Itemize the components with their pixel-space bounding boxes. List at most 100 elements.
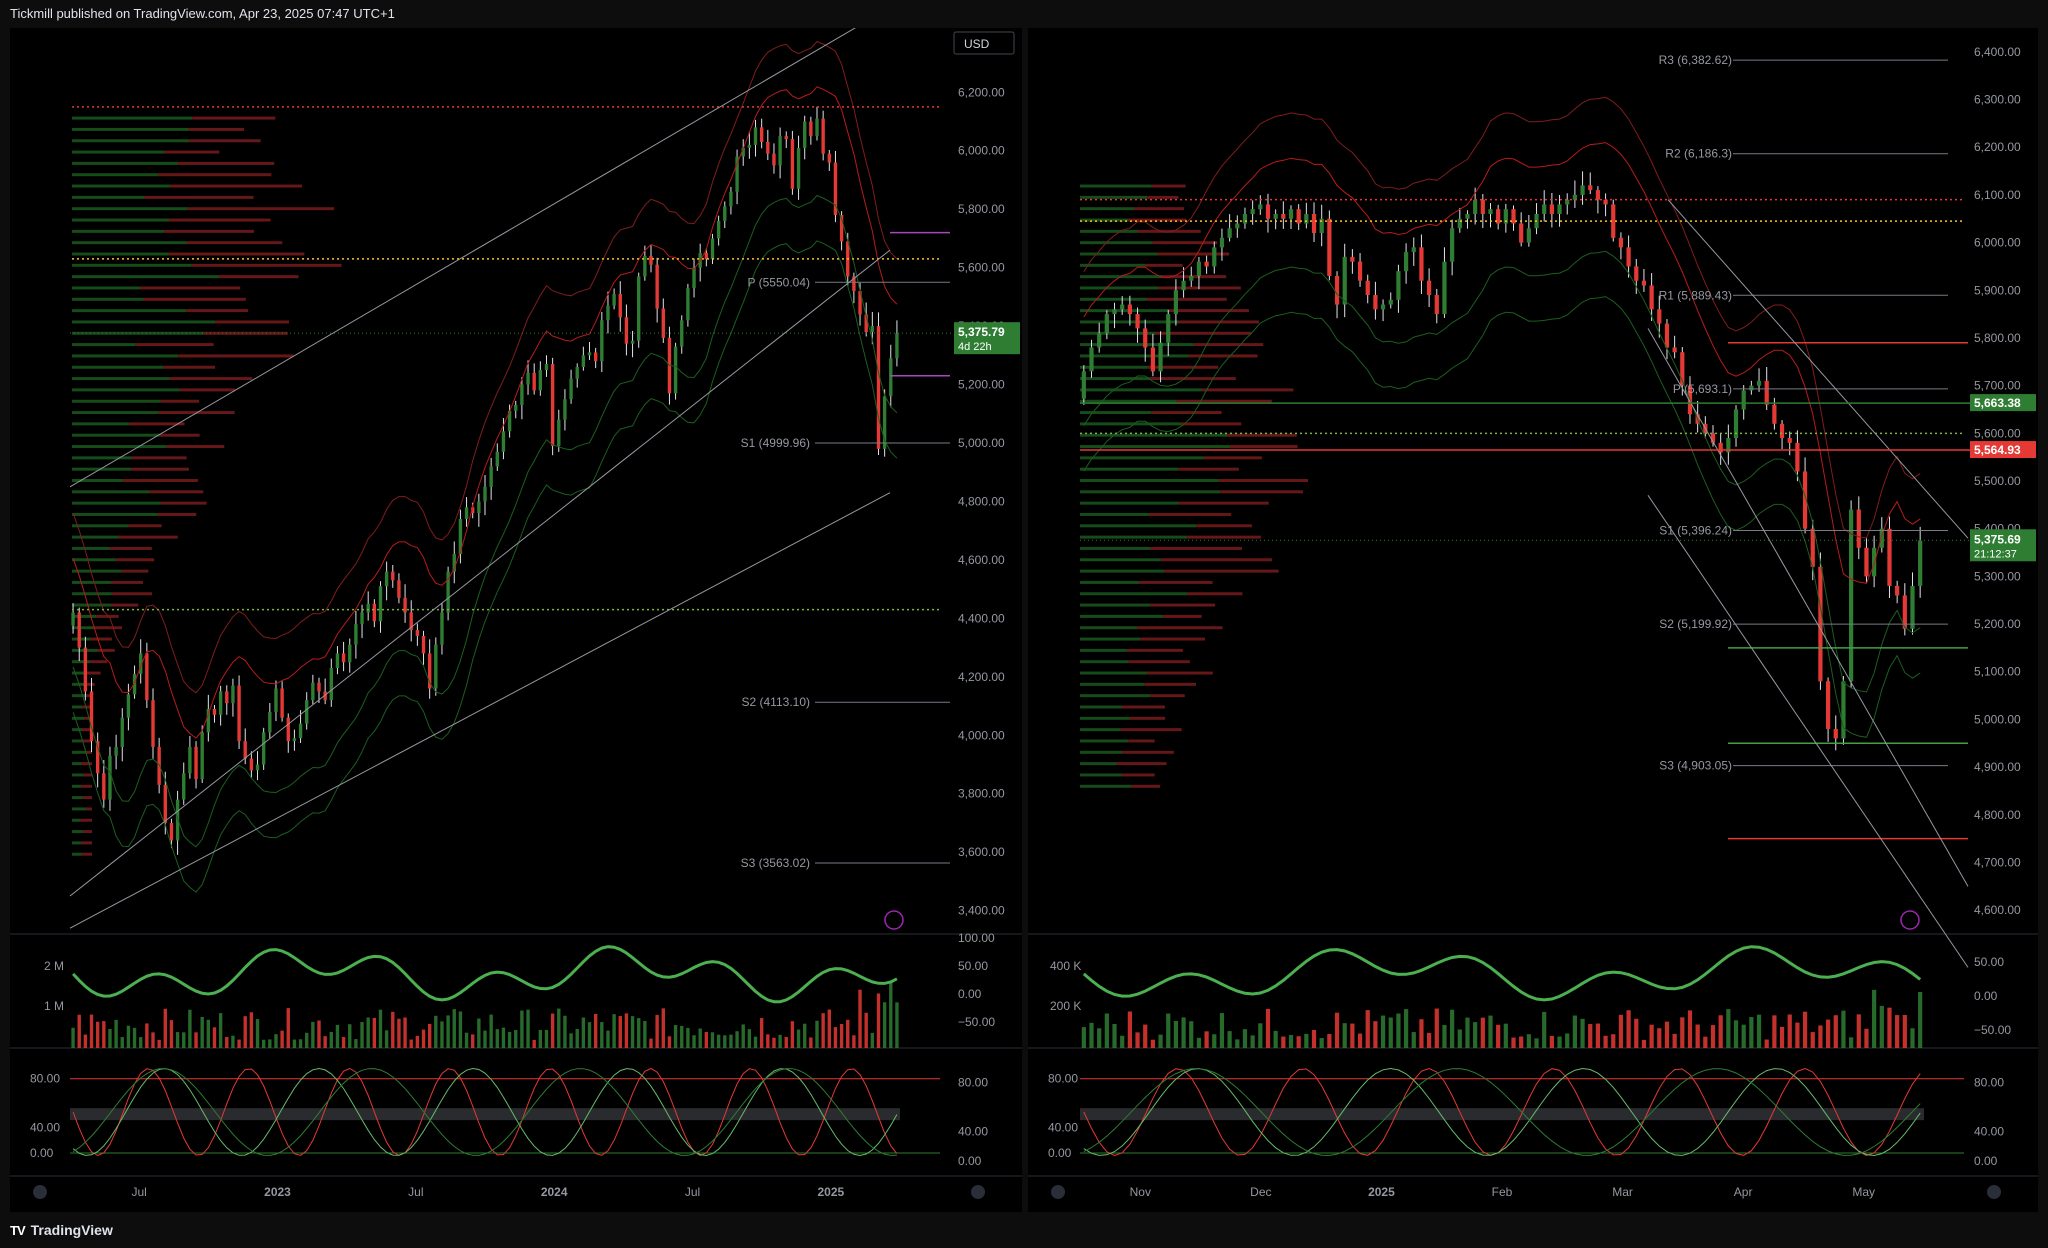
lightning-icon [1900, 910, 1920, 930]
candle-up [114, 746, 118, 756]
candle-up [1380, 304, 1386, 310]
candle-down [655, 264, 659, 309]
cci-axis-label: −50.00 [1974, 1023, 2011, 1037]
time-axis-label: 2025 [1368, 1185, 1395, 1199]
volume-bar [1181, 1017, 1186, 1048]
volume-profile-bar-up [1080, 467, 1179, 471]
volume-bar [557, 1008, 561, 1048]
candle-down [1150, 347, 1156, 372]
volume-profile-bar-down [1131, 784, 1161, 788]
price-axis-label: 5,200.00 [1974, 617, 2021, 631]
volume-profile-bar-down [1137, 626, 1223, 630]
volume-profile-bar-up [72, 660, 91, 664]
candle-up [514, 405, 518, 411]
candle-down [1634, 266, 1639, 281]
volume-bar [581, 1017, 586, 1048]
candle-up [1465, 213, 1470, 219]
candle-down [1772, 404, 1777, 424]
price-axis-label: 3,400.00 [958, 904, 1005, 918]
volume-bar [305, 1032, 309, 1048]
candle-down [341, 653, 346, 663]
level-tag-value: 5,663.38 [1974, 396, 2021, 410]
auto-scale-icon [1987, 1185, 2001, 1199]
volume-profile-bar-down [109, 546, 152, 550]
volume-profile-bar-up [72, 796, 83, 800]
volume-bar [1764, 1039, 1769, 1048]
volume-bar [1542, 1011, 1547, 1048]
volume-profile-bar-down [186, 241, 283, 245]
volume-bar [704, 1032, 709, 1048]
brand-name: TradingView [30, 1222, 113, 1238]
candle-down [532, 372, 536, 391]
price-band-line [72, 240, 898, 893]
candle-up [520, 384, 524, 406]
candle-up [1396, 271, 1401, 300]
volume-bar [1718, 1015, 1723, 1048]
volume-bar [1212, 1034, 1217, 1048]
volume-bar [1450, 1009, 1455, 1048]
stoch-axis-label-left: 0.00 [30, 1146, 54, 1160]
volume-bar [1848, 1037, 1854, 1048]
price-axis-label: 6,000.00 [958, 144, 1005, 158]
candle-down [83, 647, 88, 692]
volume-bar [1918, 991, 1923, 1048]
volume-profile-bar-up [1080, 524, 1197, 528]
volume-profile-bar-down [1168, 309, 1249, 313]
volume-bar [1273, 1030, 1278, 1048]
candle-up [1258, 204, 1263, 210]
volume-profile-bar-up [72, 422, 130, 426]
left-chart-svg[interactable]: USD6,200.006,000.005,800.005,600.005,400… [10, 28, 1022, 1212]
volume-bar [1910, 1028, 1915, 1048]
candle-up [1104, 314, 1109, 334]
volume-profile-bar-up [72, 841, 81, 845]
volume-profile-bar-up [1080, 343, 1194, 347]
volume-profile-bar-down [1147, 195, 1179, 199]
candle-down [593, 352, 598, 362]
volume-bar [637, 1018, 641, 1048]
candle-up [1473, 199, 1478, 214]
candle-up [587, 352, 592, 356]
volume-profile-bar-down [1149, 377, 1236, 381]
volume-bar [1135, 1032, 1140, 1048]
candle-down [1143, 328, 1148, 348]
candle-up [1403, 252, 1409, 272]
volume-profile-bar-up [1080, 297, 1147, 301]
volume-profile-bar-down [1201, 388, 1294, 392]
volume-profile-bar-up [1080, 773, 1122, 777]
candle-down [1426, 280, 1432, 296]
candle-down [415, 630, 420, 636]
volume-profile-bar-up [72, 139, 190, 143]
volume-bar [526, 1009, 530, 1048]
tradingview-brand[interactable]: TV TradingView [10, 1222, 113, 1238]
candle-up [1173, 290, 1179, 315]
volume-bar [1588, 1024, 1593, 1048]
candle-down [1480, 199, 1485, 214]
volume-bar [624, 1013, 629, 1048]
volume-profile-bar-up [72, 184, 170, 188]
volume-bar [1419, 1019, 1424, 1048]
candle-down [194, 746, 198, 780]
candle-down [163, 784, 167, 823]
volume-profile-bar-down [219, 275, 299, 279]
volume-bar [175, 1032, 180, 1048]
candle-down [1718, 442, 1723, 453]
right-chart-panel[interactable]: 6,400.00 6,300.00 6,200.00 6,100.00 6,000.00… [1028, 28, 2038, 1212]
volume-axis-label: 1 M [44, 999, 64, 1013]
volume-profile-bar-down [1151, 411, 1222, 415]
volume-bar [464, 1032, 469, 1048]
left-chart-panel[interactable]: USD6,200.006,000.005,800.005,600.005,400… [10, 28, 1022, 1212]
volume-bar [114, 1019, 118, 1048]
candle-down [827, 153, 831, 163]
pivot-label: P (5550.04) [748, 275, 811, 289]
candle-down [1204, 261, 1209, 267]
trend-channel-line [1667, 199, 1969, 539]
volume-bar [286, 1008, 290, 1048]
right-chart-svg[interactable]: 6,400.00 6,300.00 6,200.00 6,100.00 6,000.00… [1028, 28, 2038, 1212]
volume-bar [876, 993, 881, 1048]
candle-up [1749, 385, 1754, 391]
price-axis-label: 4,200.00 [958, 670, 1005, 684]
candle-up [1557, 204, 1562, 214]
candle-down [1664, 323, 1670, 348]
candle-down [1265, 204, 1271, 219]
candle-up [378, 586, 383, 622]
